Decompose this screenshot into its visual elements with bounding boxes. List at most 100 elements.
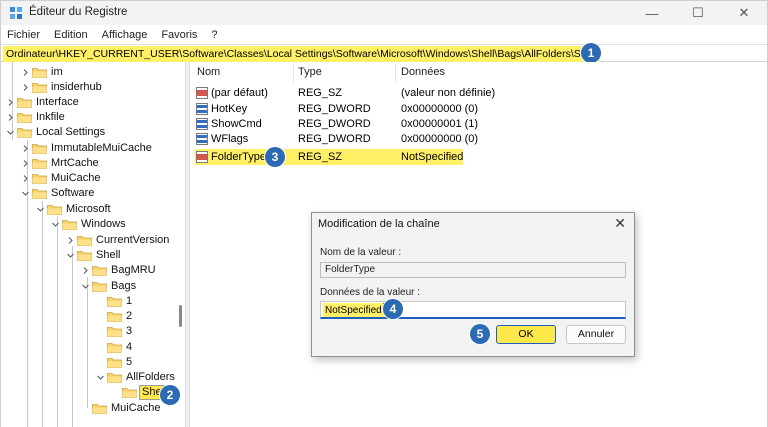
value-data-label: Données de la valeur :: [320, 287, 421, 298]
value-data-text[interactable]: NotSpecified: [323, 303, 386, 317]
tree-node[interactable]: Bags: [82, 279, 185, 294]
value-data-cell: NotSpecified: [401, 151, 464, 163]
menu-favoris[interactable]: Favoris: [161, 29, 197, 41]
dialog-title: Modification de la chaîne: [318, 218, 440, 230]
tree-guide-line: [87, 277, 88, 408]
chevron-down-icon[interactable]: [7, 129, 14, 136]
chevron-right-icon[interactable]: [67, 237, 74, 244]
tree-node-label: 5: [126, 356, 133, 368]
dialog-close-button[interactable]: ✕: [614, 215, 626, 232]
tree-node[interactable]: Local Settings: [7, 125, 185, 140]
chevron-down-icon[interactable]: [97, 374, 104, 381]
folder-icon: [32, 189, 47, 199]
chevron-right-icon[interactable]: [82, 267, 89, 274]
dword-value-icon: [196, 133, 208, 145]
folder-icon: [107, 327, 122, 337]
tree-node[interactable]: Inkfile: [7, 110, 185, 125]
tree-node[interactable]: Shell: [67, 248, 185, 263]
tree-node[interactable]: CurrentVersion: [67, 233, 185, 248]
value-name-field: FolderType: [320, 262, 626, 278]
chevron-right-icon[interactable]: [22, 84, 29, 91]
address-bar[interactable]: Ordinateur\HKEY_CURRENT_USER\Software\Cl…: [1, 44, 767, 62]
tree-node-label: Inkfile: [36, 111, 65, 123]
menu-affichage[interactable]: Affichage: [102, 29, 148, 41]
tree-node[interactable]: im: [22, 65, 185, 80]
tree-guide-line: [57, 216, 58, 427]
tree-node-label: Windows: [81, 218, 126, 230]
tree-node[interactable]: Interface: [7, 95, 185, 110]
table-row[interactable]: WFlags REG_DWORD 0x00000000 (0): [190, 132, 767, 147]
tree-scrollbar[interactable]: [177, 62, 185, 427]
chevron-right-icon[interactable]: [7, 99, 14, 106]
menu-help[interactable]: ?: [211, 29, 217, 41]
value-type-cell: REG_SZ: [298, 87, 343, 99]
value-name-cell: HotKey: [211, 103, 248, 115]
registry-editor-icon: [10, 7, 22, 19]
value-data-cell: 0x00000001 (1): [401, 118, 479, 130]
step-badge-4: 4: [383, 299, 403, 319]
tree-node[interactable]: Microsoft: [37, 202, 185, 217]
chevron-down-icon[interactable]: [67, 252, 74, 259]
tree-node-label: Interface: [36, 96, 79, 108]
chevron-down-icon[interactable]: [52, 221, 59, 228]
step-badge-2: 2: [160, 385, 180, 405]
ok-button[interactable]: OK: [496, 325, 556, 344]
tree-node-label: ImmutableMuiCache: [51, 142, 152, 154]
chevron-right-icon[interactable]: [22, 145, 29, 152]
tree-node[interactable]: Windows: [52, 217, 185, 232]
tree-scrollbar-thumb[interactable]: [179, 305, 182, 327]
close-icon: ✕: [738, 5, 750, 20]
cancel-button[interactable]: Annuler: [566, 325, 626, 344]
column-header-type[interactable]: Type: [298, 66, 322, 78]
chevron-right-icon[interactable]: [22, 69, 29, 76]
dword-value-icon: [196, 103, 208, 115]
tree-node[interactable]: 3: [97, 324, 185, 339]
chevron-down-icon[interactable]: [22, 190, 29, 197]
tree-node[interactable]: BagMRU: [82, 263, 185, 278]
chevron-down-icon[interactable]: [37, 206, 44, 213]
registry-editor-window: Éditeur du Registre — ☐ ✕ Fichier Editio…: [0, 0, 768, 427]
tree-node[interactable]: Software: [22, 186, 185, 201]
tree-node-label: Shell: [96, 249, 121, 261]
chevron-down-icon[interactable]: [82, 283, 89, 290]
tree-guide-line: [72, 246, 73, 427]
value-type-cell: REG_DWORD: [298, 118, 371, 130]
tree-node[interactable]: MuiCache: [22, 171, 185, 186]
tree-node[interactable]: AllFolders: [97, 370, 185, 385]
value-name-cell: ShowCmd: [211, 118, 262, 130]
chevron-right-icon[interactable]: [22, 160, 29, 167]
value-data-input[interactable]: NotSpecified: [320, 301, 626, 319]
value-data-string: NotSpecified: [325, 305, 382, 316]
address-path[interactable]: Ordinateur\HKEY_CURRENT_USER\Software\Cl…: [3, 46, 601, 62]
column-header-name[interactable]: Nom: [197, 66, 220, 78]
folder-icon: [92, 266, 107, 276]
chevron-right-icon[interactable]: [22, 175, 29, 182]
table-row[interactable]: (par défaut) REG_SZ (valeur non définie): [190, 86, 767, 101]
folder-icon: [32, 68, 47, 78]
column-header-data[interactable]: Données: [401, 66, 445, 78]
tree-node[interactable]: 2: [97, 309, 185, 324]
column-divider[interactable]: [293, 64, 294, 82]
folder-icon: [32, 174, 47, 184]
tree-node[interactable]: 1: [97, 294, 185, 309]
folder-icon: [107, 358, 122, 368]
table-row[interactable]: ShowCmd REG_DWORD 0x00000001 (1): [190, 117, 767, 132]
maximize-button[interactable]: ☐: [675, 1, 721, 25]
chevron-right-icon[interactable]: [7, 114, 14, 121]
folder-icon: [77, 251, 92, 261]
tree-node-label: MrtCache: [51, 157, 99, 169]
minimize-button[interactable]: —: [629, 1, 675, 25]
tree-node[interactable]: ImmutableMuiCache: [22, 141, 185, 156]
folder-icon: [62, 220, 77, 230]
tree-node[interactable]: MrtCache: [22, 156, 185, 171]
tree-node[interactable]: 5: [97, 355, 185, 370]
menu-fichier[interactable]: Fichier: [7, 29, 40, 41]
tree-node[interactable]: insiderhub: [22, 80, 185, 95]
menu-edition[interactable]: Edition: [54, 29, 88, 41]
close-window-button[interactable]: ✕: [721, 1, 767, 25]
column-divider[interactable]: [395, 64, 396, 82]
folder-icon: [92, 404, 107, 414]
table-row[interactable]: HotKey REG_DWORD 0x00000000 (0): [190, 102, 767, 117]
value-type-cell: REG_DWORD: [298, 133, 371, 145]
tree-node[interactable]: 4: [97, 340, 185, 355]
